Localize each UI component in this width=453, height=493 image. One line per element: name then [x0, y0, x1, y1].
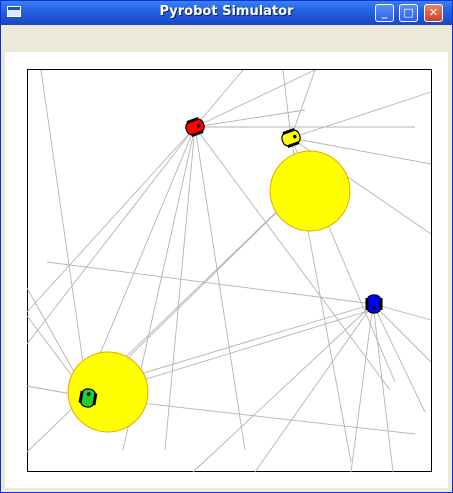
light-bottom-left[interactable]: [67, 351, 149, 433]
minimize-icon: _: [381, 6, 388, 19]
title-bar[interactable]: Pyrobot Simulator _ □ ✕: [1, 1, 452, 25]
close-icon: ✕: [428, 6, 439, 19]
light-top-right[interactable]: [269, 150, 351, 232]
robot-blue[interactable]: [365, 294, 383, 314]
minimize-button[interactable]: _: [375, 4, 394, 22]
world-view: [26, 69, 432, 473]
simulator-canvas[interactable]: [5, 52, 448, 488]
close-button[interactable]: ✕: [424, 4, 443, 22]
maximize-button[interactable]: □: [399, 4, 418, 22]
menu-bar: [6, 27, 447, 51]
maximize-icon: □: [403, 6, 414, 19]
simulator-window: Pyrobot Simulator _ □ ✕: [0, 0, 453, 493]
